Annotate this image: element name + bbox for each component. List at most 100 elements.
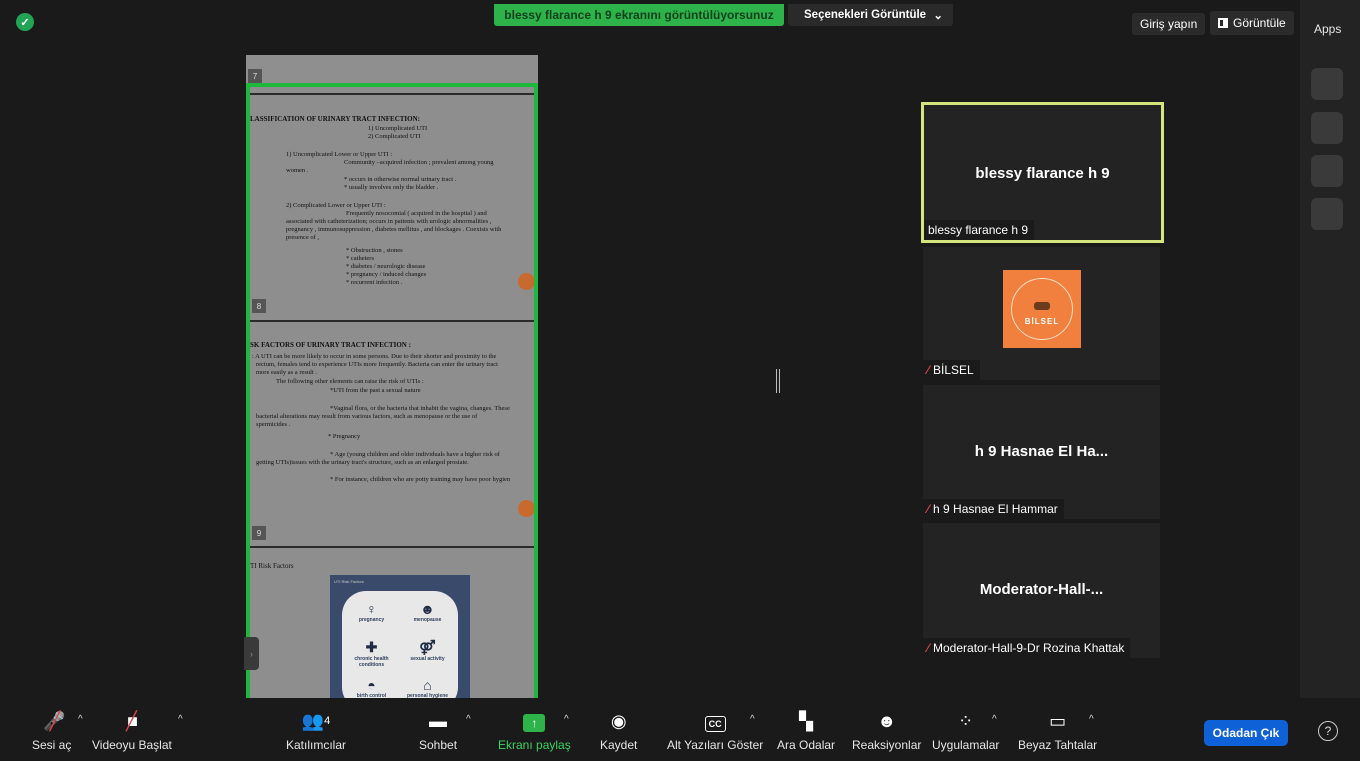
- apps-label: Uygulamalar: [932, 738, 1000, 752]
- uti-risk-factors-infographic: UTI Risk Factors ♀ pregnancy ☻ menopause ✚…: [330, 575, 470, 704]
- apps-panel: Apps: [1300, 0, 1360, 698]
- share-options-caret[interactable]: ^: [564, 714, 569, 725]
- microphone-muted-icon: ⁄: [927, 641, 930, 655]
- sign-in-button[interactable]: Giriş yapın: [1132, 13, 1206, 35]
- chat-button[interactable]: ▬ Sohbet: [419, 710, 457, 752]
- chat-label: Sohbet: [419, 738, 458, 752]
- annotation-dot: [518, 500, 534, 517]
- whiteboards-button[interactable]: ▭ Beyaz Tahtalar: [1018, 710, 1097, 752]
- page-number: 8: [252, 299, 266, 313]
- app-slot[interactable]: [1311, 112, 1343, 144]
- captions-options-caret[interactable]: ^: [750, 714, 755, 725]
- participant-name-label: ⁄ BİLSEL: [923, 360, 980, 380]
- page-divider: [250, 93, 534, 95]
- reactions-button[interactable]: ☻ Reaksiyonlar: [852, 710, 921, 752]
- medical-cross-icon: ✚: [365, 639, 378, 655]
- microphone-muted-icon: ⁄: [927, 363, 930, 377]
- view-options-label: Seçenekleri Görüntüle: [804, 9, 927, 21]
- doc-line: 1) Uncomplicated UTI: [368, 125, 428, 132]
- doc-line: presence of ,: [286, 234, 320, 241]
- risk-item: ⚤ sexual activity: [400, 639, 455, 662]
- app-slot[interactable]: [1311, 155, 1343, 187]
- record-button[interactable]: ◉ Kaydet: [600, 710, 637, 752]
- doc-line: : A UTI can be more likely to occur in s…: [252, 353, 497, 360]
- reactions-label: Reaksiyonlar: [852, 738, 922, 752]
- doc-line: * Age (young children and older individu…: [330, 451, 500, 458]
- participant-name: Moderator-Hall-9-Dr Rozina Khattak: [933, 641, 1125, 655]
- video-off-icon: ■╱: [125, 711, 138, 731]
- doc-line: * diabetes / neurologic disease: [346, 263, 426, 270]
- collapse-panel-handle[interactable]: ›: [244, 637, 259, 670]
- doc-line: more easily as a result .: [256, 369, 318, 376]
- breakout-rooms-icon: ▚: [799, 711, 813, 731]
- participant-tile[interactable]: Moderator-Hall-... ⁄ Moderator-Hall-9-Dr…: [923, 523, 1160, 658]
- app-slot[interactable]: [1311, 68, 1343, 100]
- view-button[interactable]: Görüntüle: [1210, 11, 1294, 35]
- leave-meeting-button[interactable]: Odadan Çık: [1204, 720, 1288, 746]
- doc-line: 1) Uncomplicated Lower or Upper UTI :: [286, 151, 393, 158]
- doc-line: rectum, females tend to experience UTIs …: [256, 361, 498, 368]
- start-video-button[interactable]: ■╱ Videoyu Başlat: [92, 710, 172, 752]
- audio-options-caret[interactable]: ^: [78, 714, 83, 725]
- microphone-muted-icon: 🎤╱: [43, 711, 66, 731]
- doc-line: 2) Complicated Lower or Upper UTI :: [286, 202, 386, 209]
- share-screen-button[interactable]: ↑ Ekranı paylaş: [498, 710, 571, 752]
- layout-icon: [1218, 18, 1228, 28]
- doc-line: * occurs in otherwise normal urinary tra…: [344, 176, 457, 183]
- participant-name-label: blessy flarance h 9: [924, 220, 1035, 240]
- show-captions-button[interactable]: CC Alt Yazıları Göster: [667, 710, 763, 752]
- doc-line: * Pregnancy: [328, 433, 361, 440]
- encryption-shield-icon[interactable]: ✓: [16, 13, 34, 31]
- whiteboard-icon: ▭: [1049, 711, 1067, 731]
- meeting-toolbar: 🎤╱ Sesi aç ^ ■╱ Videoyu Başlat ^ 👥4 Katı…: [0, 698, 1360, 761]
- hygiene-icon: ⌂: [423, 677, 432, 693]
- page-number: 9: [252, 526, 266, 540]
- screen-share-banner: blessy flarance h 9 ekranını görüntülüyo…: [494, 4, 784, 26]
- avatar-logo-text: BİLSEL: [1024, 317, 1060, 326]
- doc-line: * pregnancy / induced changes: [346, 271, 427, 278]
- resize-splitter[interactable]: [776, 369, 780, 393]
- record-label: Kaydet: [600, 738, 638, 752]
- participant-display-name: blessy flarance h 9: [975, 165, 1110, 182]
- doc-line: pregnancy , immunosuppression , diabetes…: [286, 226, 502, 233]
- shared-document-previous-page: 7: [246, 55, 538, 83]
- participant-tile-active-speaker[interactable]: blessy flarance h 9 blessy flarance h 9: [921, 102, 1164, 243]
- shared-screen-document[interactable]: LASSIFICATION OF URINARY TRACT INFECTION…: [246, 83, 538, 708]
- participant-tile[interactable]: BİLSEL ⁄ BİLSEL: [923, 247, 1160, 380]
- doc-line: *UTI from the past a sexual nature: [330, 387, 421, 394]
- participant-display-name: h 9 Hasnae El Ha...: [974, 443, 1109, 460]
- apps-button[interactable]: ⁘ Uygulamalar: [932, 710, 999, 752]
- doc-line: spermicides .: [256, 421, 291, 428]
- doc-line: associated with catheterization; occurs …: [286, 218, 492, 225]
- apps-icon: ⁘: [958, 711, 974, 731]
- risk-item: ✚ chronic health conditions: [344, 639, 399, 668]
- cake-icon: [1034, 302, 1050, 310]
- captions-label: Alt Yazıları Göster: [667, 738, 764, 752]
- doc-line: *Vaginal flora, or the bacteria that inh…: [330, 405, 510, 412]
- unmute-label: Sesi aç: [32, 738, 72, 752]
- breakout-label: Ara Odalar: [777, 738, 836, 752]
- help-icon[interactable]: ?: [1318, 721, 1338, 741]
- risk-item: ☻ menopause: [400, 601, 455, 623]
- video-options-caret[interactable]: ^: [178, 714, 183, 725]
- participants-icon: 👥4: [301, 711, 331, 731]
- doc-line: bacterial alterations may result from va…: [256, 413, 478, 420]
- app-slot[interactable]: [1311, 198, 1343, 230]
- whiteboards-options-caret[interactable]: ^: [1089, 714, 1094, 725]
- chevron-down-icon: ⌄: [933, 10, 943, 22]
- doc-line: * Obstruction , stones: [346, 247, 403, 254]
- page-number: 7: [248, 69, 262, 83]
- infographic-cloud: ♀ pregnancy ☻ menopause ✚ chronic health co…: [342, 591, 458, 704]
- participants-button[interactable]: 👥4 Katılımcılar: [286, 710, 346, 752]
- unmute-button[interactable]: 🎤╱ Sesi aç: [32, 710, 71, 752]
- participant-tile[interactable]: h 9 Hasnae El Ha... ⁄ h 9 Hasnae El Hamm…: [923, 385, 1160, 519]
- start-video-label: Videoyu Başlat: [92, 738, 172, 752]
- menopause-icon: ☻: [420, 601, 435, 617]
- chat-options-caret[interactable]: ^: [466, 714, 471, 725]
- annotation-dot: [518, 273, 534, 290]
- participant-name: BİLSEL: [933, 363, 974, 377]
- view-options-button[interactable]: Seçenekleri Görüntüle ⌄: [788, 4, 953, 26]
- breakout-rooms-button[interactable]: ▚ Ara Odalar: [777, 710, 835, 752]
- doc-line: The following other elements can raise t…: [276, 378, 424, 385]
- apps-options-caret[interactable]: ^: [992, 714, 997, 725]
